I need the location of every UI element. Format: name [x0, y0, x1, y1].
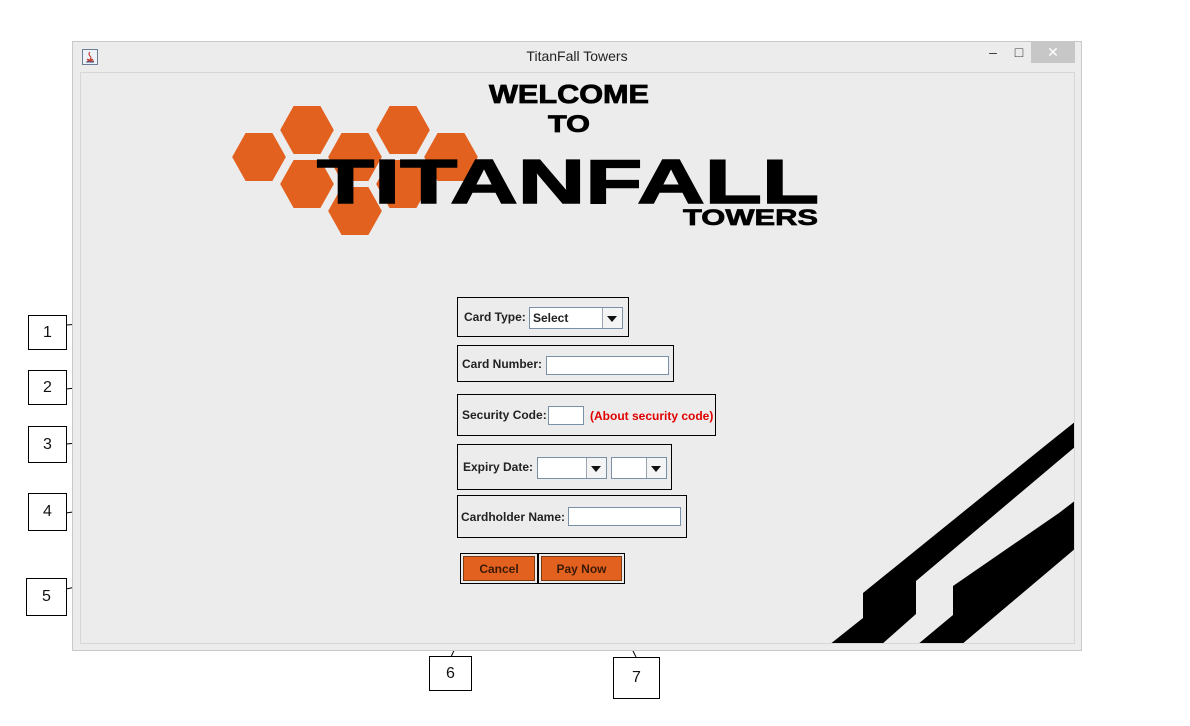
security-code-label: Security Code:	[462, 408, 547, 422]
callout-5: 5	[26, 578, 67, 616]
callout-4: 4	[28, 493, 67, 531]
callout-6: 6	[429, 656, 472, 691]
card-number-input[interactable]	[546, 356, 669, 375]
security-code-row: Security Code: (About security code)	[457, 394, 716, 436]
cancel-button-frame: Cancel	[460, 553, 538, 584]
chevron-down-icon[interactable]	[586, 458, 606, 478]
card-type-label: Card Type:	[464, 310, 526, 324]
expiry-date-label: Expiry Date:	[463, 460, 534, 474]
towers-text: TOWERS	[683, 205, 818, 230]
expiry-month-select[interactable]	[537, 457, 607, 479]
cardholder-name-label: Cardholder Name:	[461, 509, 566, 524]
cancel-button[interactable]: Cancel	[463, 556, 535, 581]
card-type-select[interactable]: Select	[529, 307, 623, 329]
cardholder-name-input[interactable]	[568, 507, 681, 526]
card-number-row: Card Number:	[457, 345, 674, 382]
close-button[interactable]: ✕	[1031, 42, 1075, 63]
about-security-code-link[interactable]: (About security code)	[590, 409, 713, 423]
pay-now-button[interactable]: Pay Now	[541, 556, 622, 581]
welcome-text: WELCOME	[489, 79, 649, 109]
callout-1: 1	[28, 315, 67, 350]
titanfall-logo: WELCOME TO TITANFALL TOWERS	[229, 79, 820, 237]
callout-2: 2	[28, 370, 67, 405]
expiry-year-select[interactable]	[611, 457, 667, 479]
security-code-input[interactable]	[548, 406, 584, 425]
card-number-label: Card Number:	[462, 356, 543, 371]
cardholder-name-row: Cardholder Name:	[457, 495, 687, 538]
window-title: TitanFall Towers	[526, 48, 628, 64]
content-panel: WELCOME TO TITANFALL TOWERS Card Type: S…	[80, 72, 1075, 644]
to-text: TO	[548, 111, 590, 138]
maximize-button[interactable]: □	[1006, 42, 1032, 63]
card-type-row: Card Type: Select	[457, 297, 629, 337]
callout-7: 7	[613, 657, 660, 699]
expiry-date-row: Expiry Date:	[457, 444, 672, 490]
app-window: TitanFall Towers – □ ✕ WELCOME TO TITANF…	[72, 41, 1082, 651]
callout-3: 3	[28, 426, 67, 463]
chevron-down-icon[interactable]	[646, 458, 666, 478]
chevron-down-icon[interactable]	[602, 308, 622, 328]
pay-now-button-frame: Pay Now	[538, 553, 625, 584]
minimize-button[interactable]: –	[980, 42, 1006, 63]
title-bar[interactable]: TitanFall Towers – □ ✕	[73, 42, 1081, 72]
card-type-selected-value: Select	[533, 311, 569, 325]
hex-shape	[229, 131, 289, 183]
